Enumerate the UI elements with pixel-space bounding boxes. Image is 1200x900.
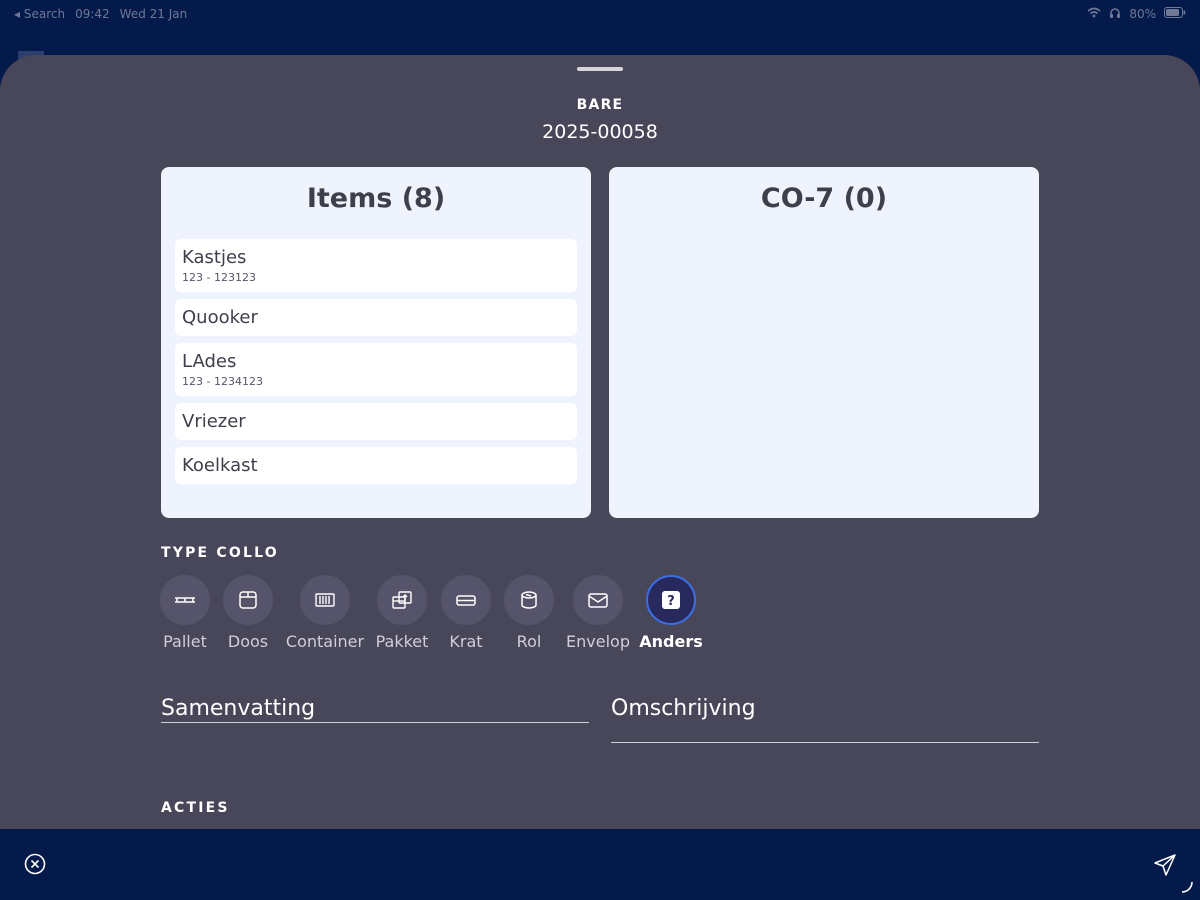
type-option-label: Pallet	[163, 632, 207, 651]
list-item[interactable]: LAdes 123 - 1234123	[175, 343, 577, 396]
type-option-pallet[interactable]: Pallet	[160, 575, 210, 651]
status-date: Wed 21 Jan	[119, 7, 188, 21]
pallet-icon	[160, 575, 210, 625]
roll-icon	[504, 575, 554, 625]
type-option-label: Doos	[227, 632, 269, 651]
package-icon	[377, 575, 427, 625]
description-input[interactable]: Omschrijving	[611, 696, 756, 721]
type-option-label: Pakket	[375, 632, 429, 651]
type-option-pakket[interactable]: Pakket	[376, 575, 428, 651]
crate-icon	[441, 575, 491, 625]
svg-text:?: ?	[667, 594, 675, 609]
summary-input[interactable]: Samenvatting	[161, 696, 315, 721]
close-button[interactable]	[24, 853, 46, 875]
send-icon	[1153, 854, 1177, 881]
envelope-icon	[573, 575, 623, 625]
summary-underline	[161, 722, 589, 723]
item-code: 123 - 123123	[182, 271, 256, 284]
actions-title: ACTIES	[161, 800, 230, 816]
list-item[interactable]: Kastjes 123 - 123123	[175, 239, 577, 292]
detail-sheet: BARE 2025-00058 Items (8) Kastjes 123 - …	[0, 55, 1200, 829]
item-code: 123 - 1234123	[182, 375, 263, 388]
type-option-label: Envelop	[566, 632, 630, 651]
type-option-anders[interactable]: ? Anders	[639, 575, 703, 651]
list-item[interactable]: Koelkast	[175, 447, 577, 484]
list-item[interactable]: Vriezer	[175, 403, 577, 440]
bottom-toolbar	[0, 829, 1200, 900]
type-option-krat[interactable]: Krat	[441, 575, 491, 651]
close-circle-icon	[24, 853, 46, 879]
type-option-label: Rol	[516, 632, 542, 651]
item-name: Koelkast	[182, 455, 258, 476]
headphones-icon	[1109, 7, 1121, 22]
status-bar: ◂ Search 09:42 Wed 21 Jan 80%	[0, 0, 1200, 28]
type-option-label: Krat	[449, 632, 483, 651]
items-list: Kastjes 123 - 123123 Quooker LAdes 123 -…	[175, 239, 577, 491]
sheet-label: BARE	[576, 97, 624, 113]
item-name: LAdes	[182, 351, 237, 372]
question-icon: ?	[646, 575, 696, 625]
type-option-envelop[interactable]: Envelop	[566, 575, 630, 651]
type-collo-options: Pallet Doos Container Pakket Krat Rol En…	[0, 575, 1200, 655]
items-panel-title: Items (8)	[306, 183, 446, 214]
back-to-search-link[interactable]: ◂ Search	[14, 7, 65, 21]
item-name: Quooker	[182, 307, 258, 328]
box-icon	[223, 575, 273, 625]
type-option-label-selected: Anders	[639, 632, 703, 651]
type-collo-title: TYPE COLLO	[161, 545, 279, 561]
wifi-icon	[1087, 7, 1101, 21]
send-button[interactable]	[1153, 853, 1177, 877]
container-icon	[300, 575, 350, 625]
item-name: Vriezer	[182, 411, 246, 432]
items-panel: Items (8) Kastjes 123 - 123123 Quooker L…	[161, 167, 591, 518]
list-item[interactable]: Quooker	[175, 299, 577, 336]
description-underline	[611, 742, 1039, 743]
co-panel[interactable]: CO-7 (0)	[609, 167, 1039, 518]
sheet-grabber[interactable]	[577, 67, 623, 71]
sheet-number: 2025-00058	[542, 121, 658, 143]
type-option-label: Container	[285, 632, 365, 651]
status-time: 09:42	[75, 7, 110, 21]
type-option-rol[interactable]: Rol	[504, 575, 554, 651]
item-name: Kastjes	[182, 247, 247, 268]
type-option-doos[interactable]: Doos	[223, 575, 273, 651]
resize-corner-icon	[1180, 879, 1194, 893]
type-option-container[interactable]: Container	[285, 575, 365, 651]
co-panel-title: CO-7 (0)	[760, 183, 888, 214]
battery-icon	[1164, 7, 1186, 21]
battery-percentage: 80%	[1129, 7, 1156, 21]
